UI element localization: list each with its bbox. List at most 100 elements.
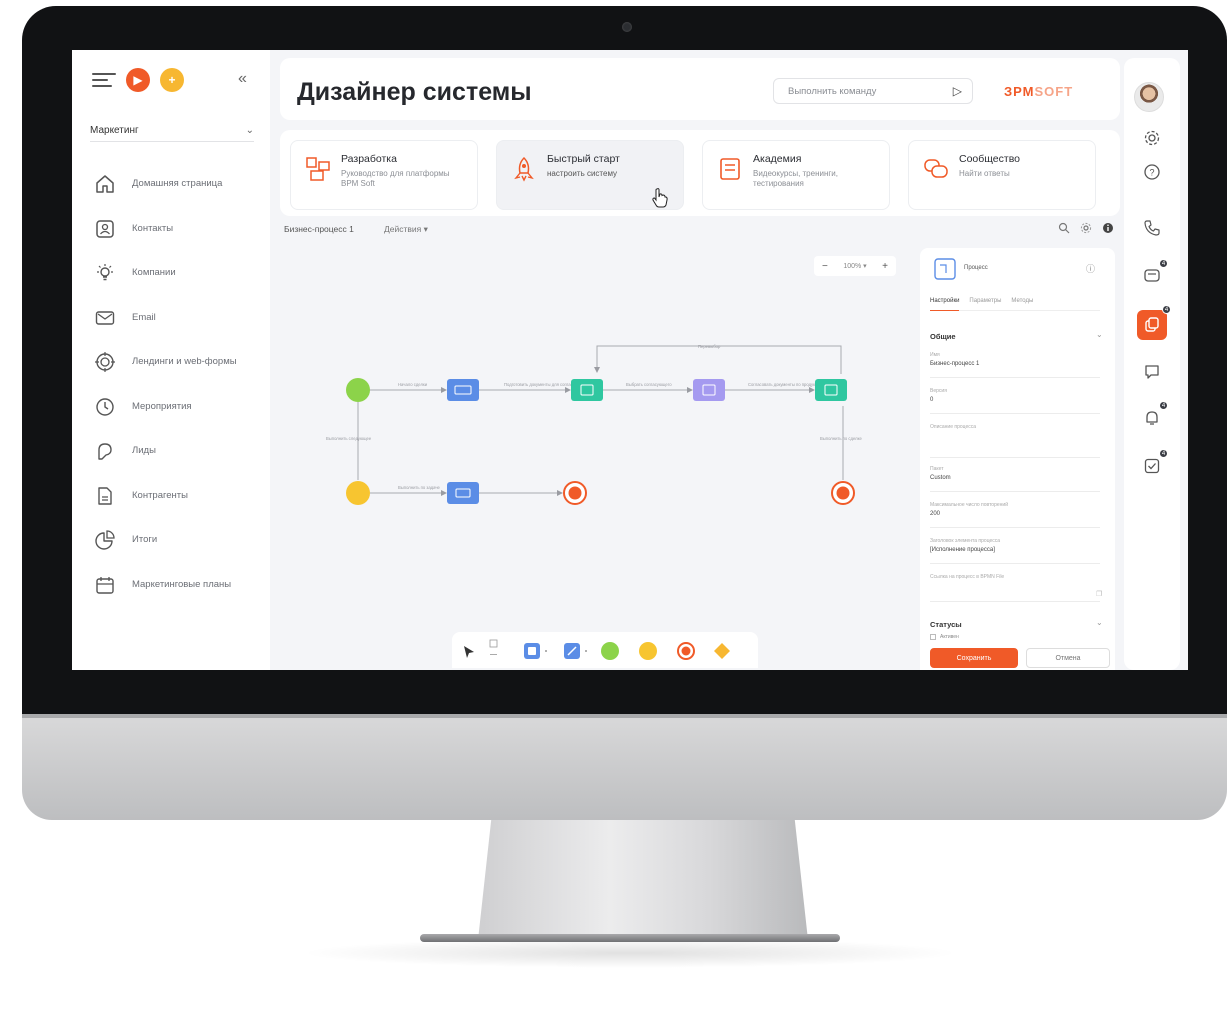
flow-label-top: Перевыбор [698,344,721,349]
end-event-core [836,486,850,500]
brand-logo: ЗРМSOFT [1004,84,1073,99]
home-icon [92,171,118,197]
select-tool-icon[interactable] [464,646,474,658]
sidebar-item-leads[interactable]: Лиды [92,429,262,474]
sidebar-item-results[interactable]: Итоги [92,518,262,563]
pie-chart-icon [92,527,118,553]
settings-gear-icon[interactable] [1140,126,1164,150]
search-icon[interactable] [1058,222,1070,234]
card-development[interactable]: Разработка Руководство для платформы BPM… [290,140,478,210]
right-toolbar: ? 4 4 4 4 [1124,58,1180,670]
field-label: Максимальное число повторений [930,502,1008,508]
sidebar-item-events[interactable]: Мероприятия [92,385,262,430]
calendar-icon [92,572,118,598]
command-placeholder: Выполнить команду [788,85,877,97]
active-checkbox-row[interactable]: Активен [930,634,959,640]
task-node-purple[interactable] [693,379,725,401]
frame-tool-icon[interactable] [489,639,498,648]
flow-label: Выполнить по задаче [398,485,441,490]
task-node-teal[interactable] [571,379,603,401]
task-node-teal-2[interactable] [815,379,847,401]
field-description[interactable]: Описание процесса [930,424,1100,458]
card-desc: Руководство для платформы BPM Soft [341,169,450,188]
sidebar-top: ▶ + [92,68,184,92]
sidebar-item-label: Контрагенты [132,489,188,501]
actions-menu[interactable]: Действия ▾ [384,224,428,235]
svg-text:?: ? [1149,168,1154,178]
field-label: Имя [930,352,940,358]
hamburger-menu-icon[interactable] [92,71,116,89]
card-title: Академия [753,153,802,165]
info-icon[interactable] [1102,222,1114,234]
chevron-down-icon[interactable]: ⌄ [1096,330,1103,339]
sidebar-item-contacts[interactable]: Контакты [92,207,262,252]
sidebar-item-marketing-plans[interactable]: Маркетинговые планы [92,563,262,608]
flow-label: Выбрать согласующего [626,382,672,387]
command-input[interactable]: Выполнить команду ▷ [773,78,973,104]
hand-cursor-icon [652,188,668,208]
card-academy[interactable]: Академия Видеокурсы, тренинги, тестирова… [702,140,890,210]
sidebar-item-email[interactable]: Email [92,296,262,341]
workspace-select[interactable]: Маркетинг ⌄ [90,120,254,142]
rocket-icon [511,156,537,182]
help-circle-icon[interactable]: ? [1140,160,1164,184]
message-square-icon[interactable] [1140,360,1164,384]
header: Дизайнер системы Выполнить команду ▷ ЗРМ… [280,58,1120,120]
task-node-blue[interactable] [447,379,479,401]
settings-icon[interactable] [1080,222,1092,234]
palette-separator [585,650,587,652]
field-bpmn-link[interactable]: Ссылка на процесс в BPMN File [930,574,1100,602]
field-label: Версия [930,388,947,394]
help-icon[interactable]: ⓘ [1086,262,1095,275]
field-version[interactable]: Версия 0 [930,388,1100,414]
copy-active-icon[interactable]: 4 [1137,305,1171,340]
workspace-label: Маркетинг [90,125,139,136]
leads-icon [92,438,118,464]
intermediate-event-node[interactable] [346,481,370,505]
field-name[interactable]: Имя Бизнес-процесс 1 [930,352,1100,378]
chat-icon[interactable]: 4 [1140,259,1168,288]
sidebar-item-landings[interactable]: Лендинги и web-формы [92,340,262,385]
clock-icon [92,394,118,420]
tasks-checkbox-icon[interactable]: 4 [1140,449,1168,478]
play-logo-icon[interactable]: ▶ [126,68,150,92]
element-palette [452,632,758,668]
field-label: Описание процесса [930,424,977,430]
card-community[interactable]: Сообщество Найти ответы [908,140,1096,210]
screen: ▶ + « Маркетинг ⌄ Домашняя страница Конт… [72,50,1188,670]
flow-label: Начало сделки [398,382,428,387]
cancel-button[interactable]: Отмена [1026,648,1110,668]
tab-settings[interactable]: Настройки [930,298,960,311]
process-name[interactable]: Бизнес-процесс 1 [284,224,354,234]
palette-intermediate-event-icon[interactable] [639,642,657,660]
task-node-blue-2[interactable] [447,482,479,504]
save-button[interactable]: Сохранить [930,648,1018,668]
palette-start-event-icon[interactable] [601,642,619,660]
plus-logo-icon[interactable]: + [160,68,184,92]
field-max-repeats[interactable]: Максимальное число повторений 200 [930,502,1100,528]
phone-icon[interactable] [1140,216,1164,240]
chevron-down-icon[interactable]: ⌄ [1096,618,1103,627]
sidebar-item-label: Домашняя страница [132,178,223,190]
brand-logo-part-a: ЗРМ [1004,84,1035,99]
collapse-sidebar-icon[interactable]: « [238,70,247,88]
field-package[interactable]: Пакет Custom [930,466,1100,492]
tab-methods[interactable]: Методы [1011,298,1033,304]
field-element-title[interactable]: Заголовок элемента процесса [Исполнение … [930,538,1100,564]
camera [622,22,632,32]
palette-gateway-icon[interactable] [714,643,730,659]
copy-icon[interactable]: ❐ [1096,590,1102,598]
active-checkbox[interactable] [930,634,936,640]
bell-icon[interactable]: 4 [1140,401,1168,430]
avatar[interactable] [1134,82,1164,112]
tab-parameters[interactable]: Параметры [969,298,1001,304]
sidebar-item-home[interactable]: Домашняя страница [92,162,262,207]
line-tool-icon[interactable] [490,654,497,655]
sidebar-item-companies[interactable]: Компании [92,251,262,296]
start-event-node[interactable] [346,378,370,402]
process-diagram: Перевыбор Начало сделки Подготовить доку… [326,344,862,505]
run-command-icon[interactable]: ▷ [953,84,962,98]
sidebar-item-counterparties[interactable]: Контрагенты [92,474,262,519]
contact-card-icon [92,216,118,242]
process-canvas[interactable]: − 100% ▾ + Перевыбор Начало сделки Подго… [280,248,918,670]
